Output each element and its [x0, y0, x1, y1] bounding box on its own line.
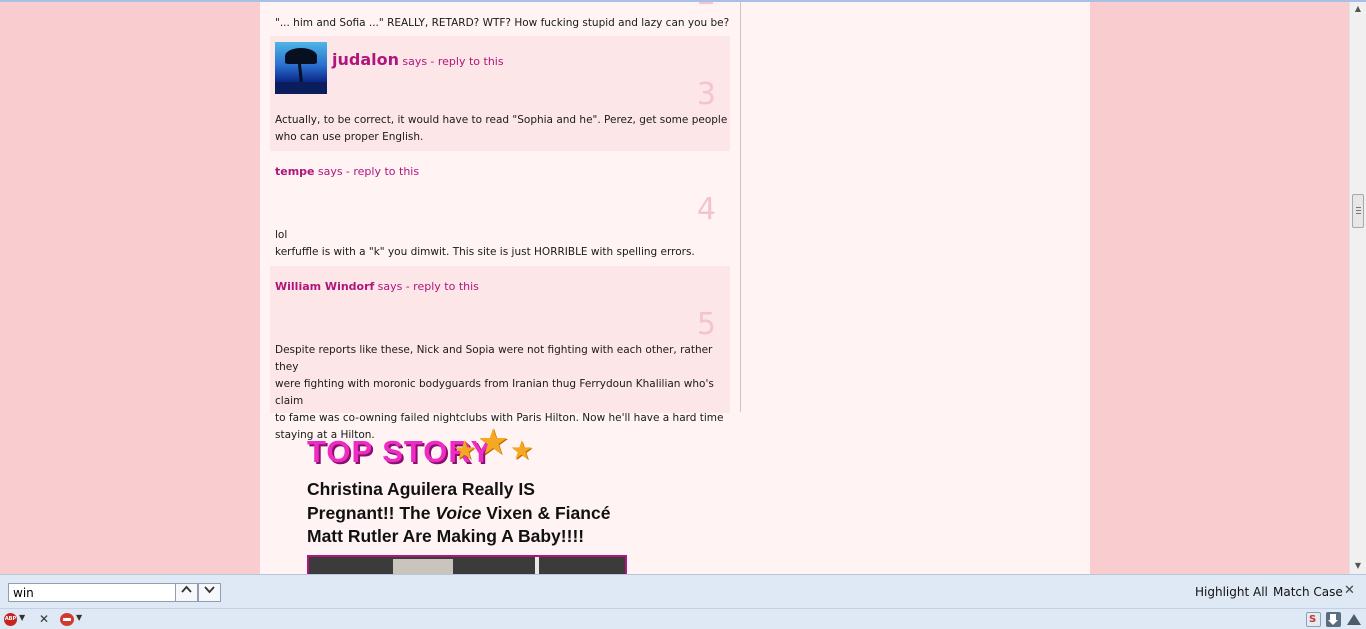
adblock-icon[interactable]: ABP — [4, 613, 17, 626]
chevron-down-icon[interactable]: ▼ — [76, 613, 82, 622]
chevron-up-icon — [181, 585, 192, 593]
headline-italic: Voice — [435, 502, 482, 523]
comment-text-line: were fighting with moronic bodyguards fr… — [275, 378, 714, 407]
star-icon: ★ — [477, 422, 510, 463]
comment-number: 4 — [696, 192, 716, 227]
comment-text-line: Actually, to be correct, it would have t… — [275, 114, 728, 126]
comment-body: Actually, to be correct, it would have t… — [275, 112, 727, 146]
top-story-headline[interactable]: Christina Aguilera Really IS Pregnant!! … — [307, 478, 637, 549]
match-case-button[interactable]: Match Case — [1273, 585, 1343, 599]
comment-text-line: kerfuffle is with a "k" you dimwit. This… — [275, 246, 695, 258]
reply-link[interactable]: - reply to this — [430, 55, 503, 68]
headline-line: Pregnant!! The Voice Vixen & Fiancé — [307, 502, 637, 526]
comment-number: 5 — [696, 307, 716, 342]
comment-number: 2 — [697, 2, 716, 10]
find-close-icon[interactable]: ✕ — [1344, 583, 1355, 598]
addon-s-icon[interactable]: S — [1306, 612, 1321, 627]
top-story-image[interactable] — [307, 555, 627, 574]
status-bar: ABP ▼ ✕ ▼ S — [0, 608, 1366, 629]
comment-author-link[interactable]: William Windorf — [275, 280, 374, 293]
find-previous-button[interactable] — [175, 583, 198, 602]
comment-text-line: who can use proper English. — [275, 131, 424, 143]
stop-icon[interactable] — [60, 613, 74, 626]
column-divider — [740, 2, 741, 412]
headline-text: Pregnant!! The — [307, 502, 436, 523]
comment-number: 3 — [696, 77, 716, 112]
chevron-down-icon[interactable]: ▼ — [19, 613, 25, 622]
comment-body: lol kerfuffle is with a "k" you dimwit. … — [275, 227, 695, 261]
comment-4: tempe says - reply to this 4 lol kerfuff… — [270, 151, 730, 266]
star-icon: ★ — [510, 436, 534, 466]
scrollbar-thumb[interactable] — [1352, 194, 1364, 228]
avatar[interactable] — [275, 42, 327, 94]
comment-author-link[interactable]: judalon — [332, 50, 399, 69]
bookmark-icon[interactable] — [1346, 612, 1361, 627]
comment-text-line: Despite reports like these, Nick and Sop… — [275, 344, 713, 373]
comment-header: judalon says - reply to this — [332, 50, 504, 69]
headline-line: Matt Rutler Are Making A Baby!!!! — [307, 526, 585, 546]
comment-3: judalon says - reply to this 3 Actually,… — [270, 36, 730, 151]
comment-5: William Windorf says - reply to this 5 D… — [270, 266, 730, 441]
scroll-up-arrow-icon[interactable]: ▲ — [1350, 2, 1366, 16]
page-content: 2 "... him and Sofia ..." REALLY, RETARD… — [260, 2, 1090, 574]
says-label: says — [317, 165, 343, 178]
find-bar: Highlight All Match Case ✕ — [0, 574, 1366, 608]
scroll-down-arrow-icon[interactable]: ▼ — [1350, 559, 1366, 573]
reply-link[interactable]: - reply to this — [406, 280, 479, 293]
star-icon: ★ — [453, 436, 477, 466]
comments-list: 2 "... him and Sofia ..." REALLY, RETARD… — [270, 2, 730, 441]
comment-2: 2 "... him and Sofia ..." REALLY, RETARD… — [270, 2, 730, 36]
comment-header: tempe says - reply to this — [275, 165, 419, 178]
highlight-all-button[interactable]: Highlight All — [1195, 585, 1268, 599]
says-label: says — [377, 280, 403, 293]
comment-text-line: "... him and Sofia ..." REALLY, RETARD? … — [275, 17, 730, 29]
headline-text: Vixen & Fiancé — [481, 502, 611, 523]
close-icon[interactable]: ✕ — [39, 612, 49, 626]
reply-link[interactable]: - reply to this — [346, 165, 419, 178]
headline-line: Christina Aguilera Really IS — [307, 479, 535, 499]
chevron-down-icon — [204, 586, 215, 594]
comment-author-link[interactable]: tempe — [275, 165, 315, 178]
find-input[interactable] — [8, 583, 176, 602]
find-next-button[interactable] — [198, 583, 221, 602]
download-icon[interactable] — [1326, 612, 1341, 627]
comment-header: William Windorf says - reply to this — [275, 280, 479, 293]
says-label: says — [402, 55, 428, 68]
vertical-scrollbar[interactable]: ▲ ▼ — [1349, 2, 1366, 574]
comment-body: "... him and Sofia ..." REALLY, RETARD? … — [275, 15, 729, 32]
comment-text-line: lol — [275, 229, 288, 241]
